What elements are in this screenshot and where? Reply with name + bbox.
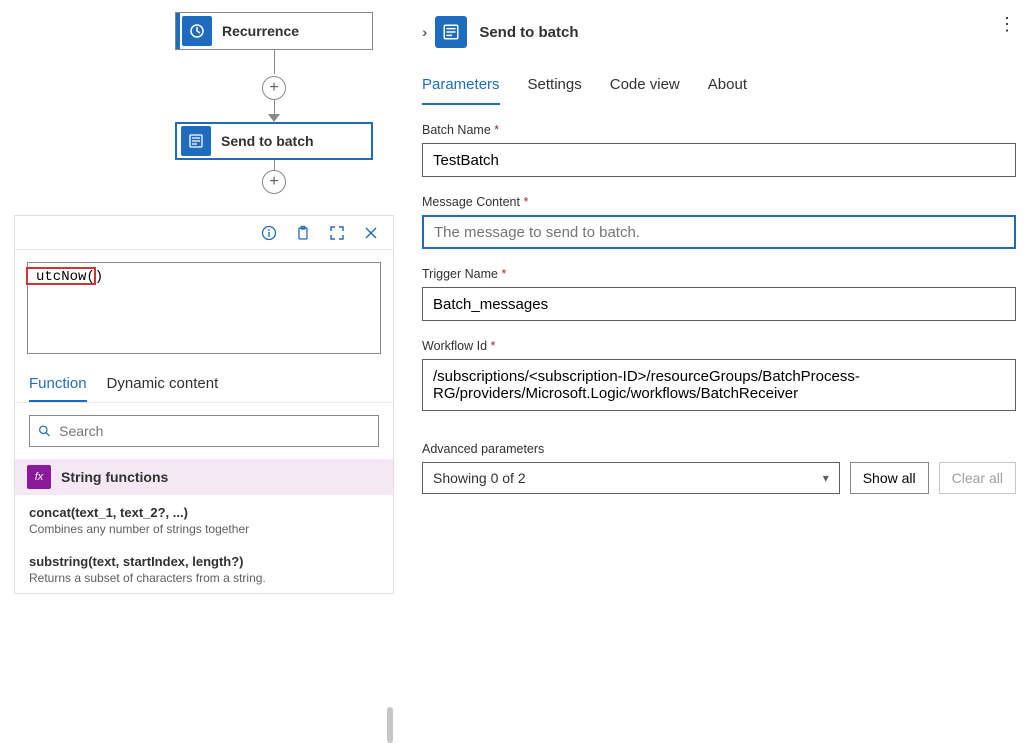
show-all-button[interactable]: Show all [850, 462, 929, 494]
detail-header: ›› Send to batch [422, 12, 1016, 52]
batch-name-input[interactable] [422, 143, 1016, 177]
field-message-content: Message Content * [422, 195, 1016, 249]
workflow-id-input[interactable] [422, 359, 1016, 411]
add-step-button[interactable]: + [262, 76, 286, 100]
field-label: Trigger Name * [422, 267, 1016, 281]
tab-about[interactable]: About [708, 76, 747, 105]
search-icon [38, 424, 51, 438]
function-item-concat[interactable]: concat(text_1, text_2?, ...) Combines an… [15, 495, 393, 544]
trigger-name-input[interactable] [422, 287, 1016, 321]
advanced-label: Advanced parameters [422, 442, 840, 456]
function-description: Returns a subset of characters from a st… [29, 571, 379, 585]
tab-parameters[interactable]: Parameters [422, 76, 500, 105]
function-category-string[interactable]: fx String functions [15, 459, 393, 495]
field-label: Message Content * [422, 195, 1016, 209]
close-icon[interactable] [363, 225, 379, 241]
add-step-button[interactable]: + [262, 170, 286, 194]
detail-pane: ›› Send to batch ⋮ Parameters Settings C… [408, 0, 1030, 595]
tab-code-view[interactable]: Code view [610, 76, 680, 105]
expression-tabs: Function Dynamic content [15, 365, 393, 403]
select-text: Showing 0 of 2 [433, 470, 526, 486]
clock-icon [182, 16, 212, 46]
workflow-canvas: Recurrence + Send to batch + [0, 0, 408, 210]
message-content-input[interactable] [422, 215, 1016, 249]
chevron-down-icon: ▾ [823, 471, 829, 485]
node-stripe [176, 13, 180, 49]
tab-dynamic-content[interactable]: Dynamic content [107, 375, 219, 402]
detail-tabs: Parameters Settings Code view About [422, 76, 1016, 105]
clear-all-button[interactable]: Clear all [939, 462, 1016, 494]
field-label: Batch Name * [422, 123, 1016, 137]
info-icon[interactable] [261, 225, 277, 241]
field-workflow-id: Workflow Id * [422, 339, 1016, 416]
more-menu-icon[interactable]: ⋮ [998, 22, 1016, 26]
fx-icon: fx [27, 465, 51, 489]
node-send-to-batch[interactable]: Send to batch [175, 122, 373, 160]
search-wrap [15, 403, 393, 459]
collapse-icon[interactable]: ›› [422, 24, 423, 40]
function-signature: concat(text_1, text_2?, ...) [29, 505, 379, 520]
arrow-icon [268, 114, 280, 122]
tab-settings[interactable]: Settings [528, 76, 582, 105]
detail-title: Send to batch [479, 24, 578, 41]
advanced-select[interactable]: Showing 0 of 2 ▾ [422, 462, 840, 494]
batch-icon [435, 16, 467, 48]
expression-panel: Function Dynamic content fx String funct… [14, 215, 394, 594]
function-item-substring[interactable]: substring(text, startIndex, length?) Ret… [15, 544, 393, 593]
connector [274, 50, 275, 74]
batch-icon [181, 126, 211, 156]
expand-icon[interactable] [329, 225, 345, 241]
field-trigger-name: Trigger Name * [422, 267, 1016, 321]
function-description: Combines any number of strings together [29, 522, 379, 536]
connector [274, 160, 275, 170]
node-label: Send to batch [221, 133, 314, 149]
tab-function[interactable]: Function [29, 375, 87, 402]
advanced-parameters-row: Advanced parameters Showing 0 of 2 ▾ Sho… [422, 442, 1016, 494]
node-recurrence[interactable]: Recurrence [175, 12, 373, 50]
search-input-wrap[interactable] [29, 415, 379, 447]
expression-input[interactable] [27, 262, 381, 354]
field-label: Workflow Id * [422, 339, 1016, 353]
field-batch-name: Batch Name * [422, 123, 1016, 177]
category-title: String functions [61, 469, 168, 485]
function-signature: substring(text, startIndex, length?) [29, 554, 379, 569]
search-input[interactable] [59, 423, 370, 439]
clipboard-icon[interactable] [295, 225, 311, 241]
node-label: Recurrence [222, 23, 299, 39]
connector [274, 100, 275, 114]
expression-toolbar [15, 216, 393, 250]
scrollbar-thumb[interactable] [387, 707, 393, 743]
